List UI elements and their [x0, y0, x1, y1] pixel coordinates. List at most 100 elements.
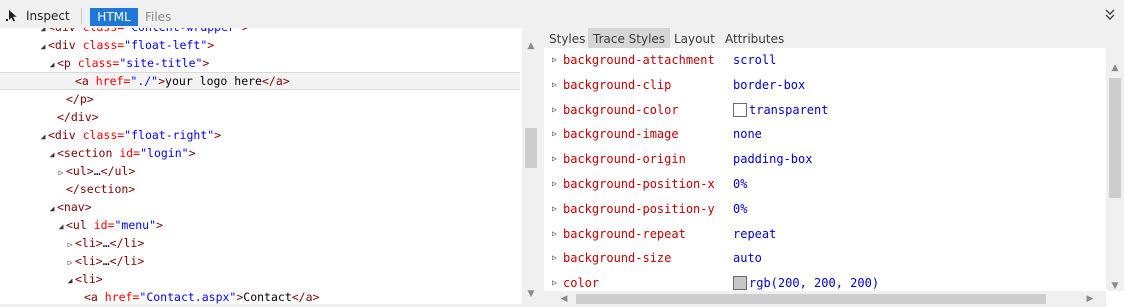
expand-triangle-icon[interactable]: ▷ — [552, 246, 557, 270]
dom-node[interactable]: ◢ <div class="float-right"> — [0, 126, 520, 144]
scroll-up-arrow-icon[interactable]: ▲ — [522, 38, 540, 54]
tag-token: <nav> — [57, 200, 92, 214]
dom-node[interactable]: </section> — [0, 180, 520, 198]
dom-node[interactable]: ◢ <ul id="menu"> — [0, 216, 520, 234]
expand-triangle-icon[interactable]: ▷ — [552, 271, 557, 291]
tag-token: > — [156, 218, 163, 232]
dom-node[interactable]: </div> — [0, 108, 520, 126]
dom-tree: ◢<div class="content-wrapper">◢<div clas… — [0, 28, 520, 304]
tab-layout[interactable]: Layout — [669, 28, 720, 48]
attr-value-token: "./" — [130, 74, 159, 88]
tag-token: <ul> — [66, 164, 94, 178]
scroll-down-arrow-icon[interactable]: ▼ — [1106, 278, 1124, 294]
attr-value-token: "content-wrapper" — [124, 28, 242, 34]
dom-node[interactable]: ◢ <li> — [0, 270, 520, 288]
tag-token: <div — [48, 28, 83, 34]
styles-tabs: Styles Trace Styles Layout Attributes — [544, 28, 1124, 48]
expand-triangle-icon[interactable]: ▷ — [552, 73, 557, 97]
tag-token: </li> — [109, 236, 145, 250]
tag-token: <a — [75, 74, 96, 88]
tag-token: > — [207, 38, 215, 52]
property-name: background-position-y — [563, 201, 715, 216]
tab-html[interactable]: HTML — [90, 8, 138, 26]
attr-value-token: "menu" — [114, 218, 157, 232]
scroll-thumb[interactable] — [525, 128, 537, 168]
expand-triangle-icon[interactable]: ▷ — [552, 172, 557, 196]
tag-token: > — [242, 28, 249, 34]
tag-token: <div — [48, 38, 83, 52]
attr-name-token: class= — [83, 28, 125, 34]
style-property-row[interactable]: ▷ background-image none — [544, 122, 1104, 146]
scroll-thumb[interactable] — [576, 294, 1046, 304]
property-value: auto — [733, 246, 762, 270]
dom-node[interactable]: ◢ <div class="float-left"> — [0, 36, 520, 54]
color-swatch — [733, 102, 747, 117]
property-value-text: auto — [733, 251, 762, 266]
attr-name-token: href= — [95, 74, 131, 88]
tag-token: <li> — [75, 254, 103, 268]
tag-token: </section> — [66, 182, 136, 196]
dom-node[interactable]: ▷ <li>…</li> — [0, 234, 520, 252]
tab-files[interactable]: Files — [145, 8, 171, 26]
dom-node[interactable]: ▷ <li>…</li> — [0, 252, 520, 270]
attr-value-token: "float-left" — [124, 38, 208, 52]
style-property-row[interactable]: ▷ background-repeat repeat — [544, 222, 1104, 246]
property-value-text: 0% — [733, 201, 748, 216]
tag-token: </p> — [66, 92, 94, 106]
scroll-thumb[interactable] — [1109, 78, 1121, 198]
devtools-toolbar: Inspect HTML Files — [0, 0, 1124, 30]
expand-triangle-icon[interactable]: ▷ — [552, 197, 557, 221]
tab-styles[interactable]: Styles — [544, 28, 590, 48]
scroll-right-arrow-icon[interactable]: ▶ — [1082, 291, 1098, 307]
dom-node[interactable]: <a href="Contact.aspx">Contact</a> — [0, 288, 520, 304]
scroll-down-arrow-icon[interactable]: ▼ — [522, 286, 540, 302]
style-property-row[interactable]: ▷ background-attachment scroll — [544, 48, 1104, 72]
tag-token: <a — [84, 290, 105, 304]
dom-node[interactable]: ◢ <p class="site-title"> — [0, 54, 520, 72]
property-value-text: rgb(200, 200, 200) — [749, 276, 880, 291]
dom-node[interactable]: ◢ <section id="login"> — [0, 144, 520, 162]
style-property-row[interactable]: ▷ background-color transparent — [544, 98, 1104, 122]
dom-node[interactable]: ▷ <ul>…</ul> — [0, 162, 520, 180]
styles-pane: Styles Trace Styles Layout Attributes ▷ b… — [544, 28, 1124, 307]
property-value-text: border-box — [733, 77, 806, 92]
property-value: transparent — [733, 98, 828, 122]
scroll-left-arrow-icon[interactable]: ◀ — [556, 291, 572, 307]
double-chevron-down-icon[interactable] — [1104, 8, 1116, 22]
expand-triangle-icon[interactable]: ▷ — [552, 122, 557, 146]
style-property-row[interactable]: ▷ background-size auto — [544, 246, 1104, 270]
toolbar-separator — [81, 8, 82, 24]
property-name: color — [563, 276, 600, 291]
expand-triangle-icon[interactable]: ▷ — [552, 48, 557, 72]
dom-node[interactable]: </p> — [0, 90, 520, 108]
tab-trace-styles[interactable]: Trace Styles — [588, 28, 671, 48]
property-name: background-size — [563, 251, 672, 266]
dom-tree-scrollbar[interactable]: ▲ ▼ — [522, 28, 540, 304]
style-property-row[interactable]: ▷ background-position-x 0% — [544, 172, 1104, 196]
text-token: … — [102, 236, 110, 250]
scroll-up-arrow-icon[interactable]: ▲ — [1106, 60, 1124, 76]
style-property-row[interactable]: ▷ background-clip border-box — [544, 73, 1104, 97]
styles-vertical-scrollbar[interactable]: ▲ ▼ — [1106, 48, 1124, 291]
expand-triangle-icon[interactable]: ▷ — [552, 222, 557, 246]
attr-name-token: id= — [93, 218, 115, 232]
tag-token: </a> — [291, 290, 320, 304]
style-property-row[interactable]: ▷ color rgb(200, 200, 200) — [544, 271, 1104, 291]
expand-triangle-icon[interactable]: ▷ — [552, 147, 557, 171]
dom-node[interactable]: ◢<div class="content-wrapper"> — [0, 28, 520, 36]
property-name: background-image — [563, 127, 679, 142]
inspect-button[interactable]: Inspect — [6, 7, 70, 25]
tab-attributes[interactable]: Attributes — [720, 28, 789, 48]
style-property-row[interactable]: ▷ background-origin padding-box — [544, 147, 1104, 171]
property-value-text: padding-box — [733, 152, 813, 167]
expand-triangle-icon[interactable]: ▷ — [552, 98, 557, 122]
color-swatch — [733, 276, 747, 291]
property-value-text: repeat — [733, 226, 777, 241]
styles-horizontal-scrollbar[interactable]: ◀ ▶ — [544, 291, 1106, 307]
attr-value-token: "Contact.aspx" — [139, 290, 237, 304]
style-property-row[interactable]: ▷ background-position-y 0% — [544, 197, 1104, 221]
tag-token: <li> — [75, 272, 103, 286]
property-name: background-attachment — [563, 53, 715, 67]
dom-node[interactable]: ◢ <nav> — [0, 198, 520, 216]
dom-node-selected[interactable]: <a href="./">your logo here</a> — [0, 72, 520, 90]
